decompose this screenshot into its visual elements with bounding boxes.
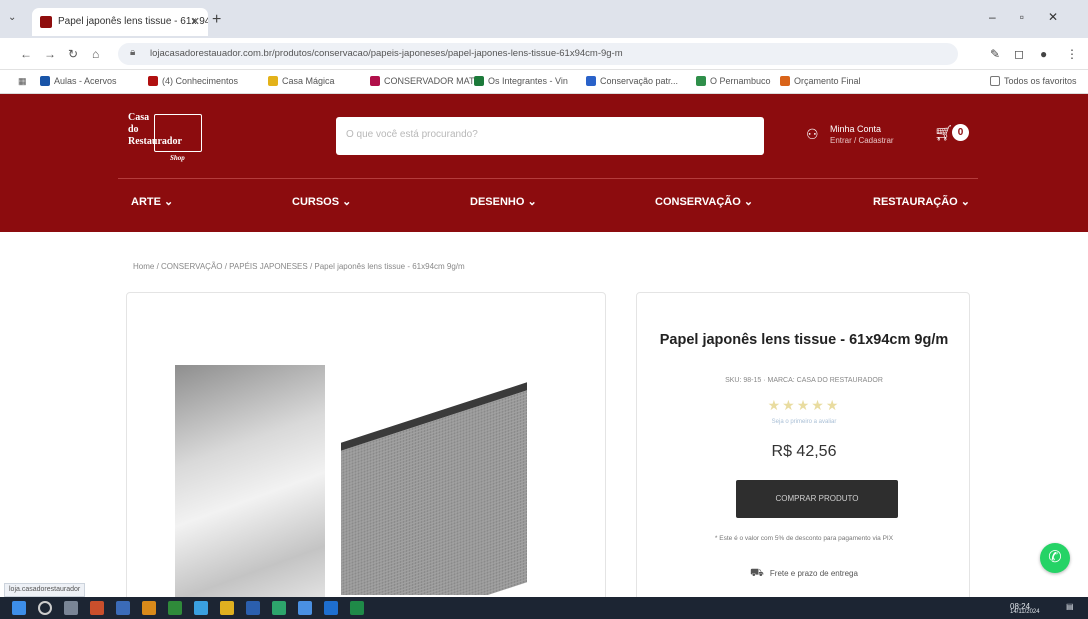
product-info: Papel japonês lens tissue - 61x94cm 9g/m… — [636, 292, 970, 602]
pix-discount-note: * Este é o valor com 5% de desconto para… — [714, 535, 894, 542]
status-url: loja.casadorestaurador — [4, 583, 86, 597]
breadcrumb[interactable]: Home / CONSERVAÇÃO / PAPÉIS JAPONESES / … — [133, 262, 465, 271]
all-bookmarks[interactable]: Todos os favoritos — [990, 76, 1077, 86]
reload-icon[interactable]: ↻ — [68, 47, 78, 61]
app-icon[interactable] — [272, 601, 286, 615]
site-logo[interactable]: Casa do Restaurador Shop — [128, 112, 208, 162]
url-text: lojacasadorestauador.com.br/produtos/con… — [150, 48, 623, 59]
app-icon[interactable] — [90, 601, 104, 615]
shipping-calculator-link[interactable]: ⛟ Frete e prazo de entrega — [637, 567, 971, 581]
browser-tab-active[interactable]: Papel japonês lens tissue - 61x 94 ✕ — [32, 8, 208, 36]
forward-icon[interactable]: → — [44, 47, 56, 61]
bookmark-item[interactable]: (4) Conhecimentos — [148, 76, 238, 86]
menu-desenho[interactable]: DESENHO ⌄ — [470, 195, 537, 208]
whatsapp-icon[interactable]: ✆ — [1040, 543, 1070, 573]
address-bar-row: ← → ↻ ⌂ 🔒︎ lojacasadorestauador.com.br/p… — [0, 38, 1088, 70]
reviews-link[interactable]: Seja o primeiro a avaliar — [637, 419, 971, 425]
browser-tab-strip: ⌄ Papel japonês lens tissue - 61x 94 ✕ +… — [0, 0, 1088, 38]
profile-icon[interactable]: ● — [1040, 47, 1047, 61]
menu-arte[interactable]: ARTE ⌄ — [131, 195, 173, 208]
app-icon[interactable] — [116, 601, 130, 615]
url-field[interactable]: 🔒︎ lojacasadorestauador.com.br/produtos/… — [118, 43, 958, 65]
bookmarks-bar: ▦ Aulas - Acervos (4) Conhecimentos Casa… — [0, 70, 1088, 94]
app-icon[interactable] — [194, 601, 208, 615]
product-sku: SKU: 98-15 · MARCA: CASA DO RESTAURADOR — [725, 377, 883, 384]
new-tab-icon[interactable]: + — [212, 11, 221, 29]
chrome-icon[interactable] — [220, 601, 234, 615]
truck-icon: ⛟ — [750, 567, 764, 579]
user-icon: ⚇ — [806, 126, 819, 142]
apps-icon[interactable]: ▦ — [18, 76, 27, 87]
app-icon[interactable] — [350, 601, 364, 615]
account-sublabel: Entrar / Cadastrar — [830, 136, 894, 145]
bookmark-item[interactable]: Conservação patr... — [586, 76, 678, 86]
site-header: Casa do Restaurador Shop O que você está… — [0, 94, 1088, 232]
app-icon[interactable] — [298, 601, 312, 615]
tab-search-icon[interactable]: ⌄ — [8, 12, 16, 23]
account-label: Minha Conta — [830, 124, 882, 134]
notifications-icon[interactable]: ▤ — [1066, 602, 1074, 611]
menu-conservacao[interactable]: CONSERVAÇÃO ⌄ — [655, 195, 753, 208]
lock-icon: 🔒︎ — [130, 47, 136, 58]
clock-date[interactable]: 14/11/2024 — [1010, 609, 1040, 615]
bookmark-item[interactable]: Orçamento Final — [780, 76, 861, 86]
buy-button[interactable]: COMPRAR PRODUTO — [736, 480, 898, 518]
site-favicon-icon — [40, 16, 52, 28]
account-link[interactable]: ⚇ Minha Conta Entrar / Cadastrar — [806, 124, 916, 150]
cart-button[interactable]: 🛒︎ 0 — [934, 124, 969, 142]
search-icon[interactable] — [38, 601, 52, 615]
menu-restauracao[interactable]: RESTAURAÇÃO ⌄ — [873, 195, 970, 208]
product-photo-1[interactable] — [175, 365, 325, 601]
close-tab-icon[interactable]: ✕ — [191, 15, 200, 28]
extensions-icon[interactable]: ◻ — [1014, 47, 1024, 61]
header-divider — [118, 178, 978, 179]
product-price: R$ 42,56 — [771, 443, 837, 460]
home-icon[interactable]: ⌂ — [92, 47, 99, 61]
translate-icon[interactable]: ✎ — [990, 47, 1000, 61]
tab-title: Papel japonês lens tissue - 61x 94 — [58, 16, 208, 27]
app-icon[interactable] — [246, 601, 260, 615]
app-icon[interactable] — [168, 601, 182, 615]
product-photo-2[interactable] — [341, 377, 527, 595]
rating-stars: ★★★★★ — [767, 397, 841, 413]
bookmark-item[interactable]: O Pernambuco — [696, 76, 771, 86]
bookmark-item[interactable]: Os Integrantes - Vin — [474, 76, 568, 86]
window-controls[interactable]: –▫✕ — [989, 10, 1082, 24]
app-icon[interactable] — [324, 601, 338, 615]
menu-dots-icon[interactable]: ⋮ — [1066, 47, 1078, 61]
bookmark-item[interactable]: Casa Mágica — [268, 76, 335, 86]
app-icon[interactable] — [142, 601, 156, 615]
product-gallery — [126, 292, 606, 602]
cart-count-badge: 0 — [952, 124, 969, 141]
start-icon[interactable] — [12, 601, 26, 615]
menu-cursos[interactable]: CURSOS ⌄ — [292, 195, 351, 208]
windows-taskbar: 08:24 14/11/2024 ▤ — [0, 597, 1088, 619]
task-view-icon[interactable] — [64, 601, 78, 615]
bookmark-item[interactable]: CONSERVADOR MAT — [370, 76, 475, 86]
product-title: Papel japonês lens tissue - 61x94cm 9g/m — [659, 332, 949, 348]
cart-icon: 🛒︎ — [934, 125, 954, 142]
back-icon[interactable]: ← — [20, 47, 32, 61]
search-input[interactable]: O que você está procurando? — [336, 117, 764, 155]
bookmark-item[interactable]: Aulas - Acervos — [40, 76, 117, 86]
